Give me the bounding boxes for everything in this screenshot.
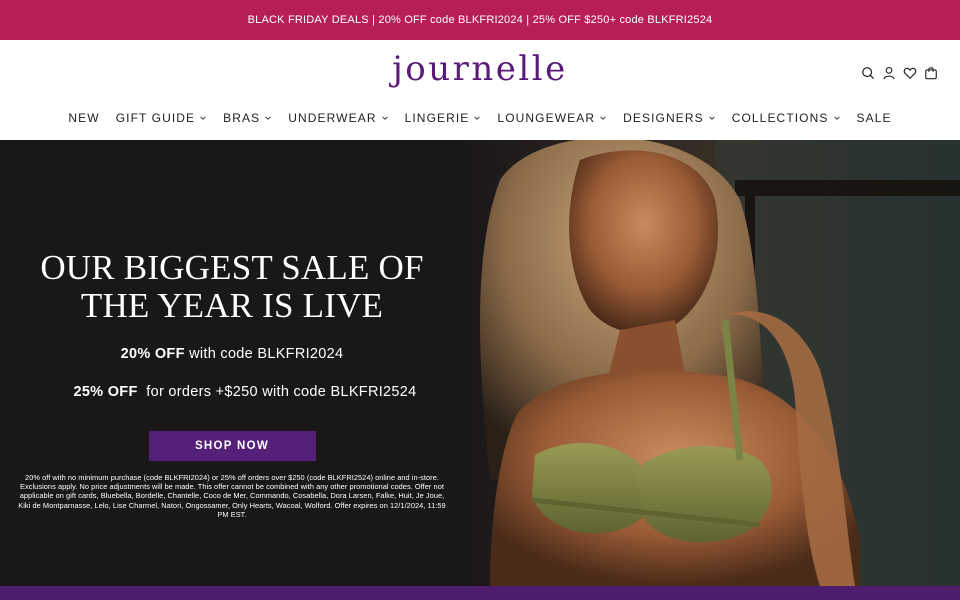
shop-now-button[interactable]: SHOP NOW (148, 431, 316, 461)
nav-item-collections[interactable]: COLLECTIONS (724, 111, 849, 125)
offer-line-1: 20% OFF with code BLKFRI2024 (14, 345, 450, 364)
chevron-down-icon (600, 116, 606, 120)
account-icon[interactable] (882, 66, 896, 80)
nav-item-lingerie[interactable]: LINGERIE (397, 111, 490, 125)
hero-heading-line-2: THE YEAR IS LIVE (80, 286, 384, 325)
main-nav: NEW GIFT GUIDE BRAS UNDERWEAR LINGERIE LOUNGE… (0, 111, 960, 125)
nav-item-label: LOUNGEWEAR (497, 111, 596, 125)
bottom-band (0, 586, 960, 600)
nav-item-new[interactable]: NEW (60, 111, 107, 125)
hero-heading-line-1: OUR BIGGEST SALE OF (40, 248, 424, 287)
chevron-down-icon (200, 116, 206, 120)
hero-copy: OUR BIGGEST SALE OF THE YEAR IS LIVE 20%… (14, 249, 450, 519)
nav-item-label: LINGERIE (404, 111, 470, 125)
hero-model-image (460, 140, 960, 586)
site-logo[interactable]: journelle (0, 49, 960, 89)
nav-item-label: NEW (68, 111, 100, 125)
site-header: journelle NEW GIFT GUIDE BRAS UNDERWEAR LING… (0, 40, 960, 140)
chevron-down-icon (265, 116, 271, 120)
nav-item-label: DESIGNERS (623, 111, 704, 125)
nav-item-underwear[interactable]: UNDERWEAR (280, 111, 396, 125)
nav-item-bras[interactable]: BRAS (215, 111, 280, 125)
chevron-down-icon (381, 116, 388, 120)
offer-1-text: with code BLKFRI2024 (184, 346, 344, 362)
nav-item-label: GIFT GUIDE (115, 111, 196, 125)
chevron-down-icon (474, 116, 481, 120)
offer-2-text: for orders +$250 with code BLKFRI2524 (137, 384, 417, 400)
offer-1-percent: 20% OFF (120, 346, 185, 362)
hero-heading: OUR BIGGEST SALE OF THE YEAR IS LIVE (14, 249, 450, 325)
nav-item-loungewear[interactable]: LOUNGEWEAR (489, 111, 615, 125)
offer-line-2: 25% OFF for orders +$250 with code BLKFR… (14, 364, 450, 421)
nav-item-label: COLLECTIONS (731, 111, 829, 125)
offer-2-percent: 25% OFF (73, 384, 138, 400)
nav-item-label: BRAS (223, 111, 261, 125)
nav-item-label: UNDERWEAR (288, 111, 377, 125)
wishlist-icon[interactable] (903, 66, 917, 80)
cart-icon[interactable] (924, 66, 938, 80)
hero-banner[interactable]: OUR BIGGEST SALE OF THE YEAR IS LIVE 20%… (0, 140, 960, 586)
promo-banner[interactable]: BLACK FRIDAY DEALS | 20% OFF code BLKFRI… (0, 0, 960, 40)
nav-item-label: SALE (856, 111, 892, 125)
chevron-down-icon (708, 116, 715, 120)
chevron-down-icon (833, 116, 840, 120)
offer-fine-print: 20% off with no minimum purchase (code B… (18, 473, 446, 519)
nav-item-designers[interactable]: DESIGNERS (615, 111, 724, 125)
search-icon[interactable] (861, 66, 875, 80)
nav-item-sale[interactable]: SALE (849, 111, 900, 125)
promo-text: BLACK FRIDAY DEALS | 20% OFF code BLKFRI… (247, 14, 713, 26)
header-icons (861, 66, 938, 80)
nav-item-gift-guide[interactable]: GIFT GUIDE (108, 111, 215, 125)
